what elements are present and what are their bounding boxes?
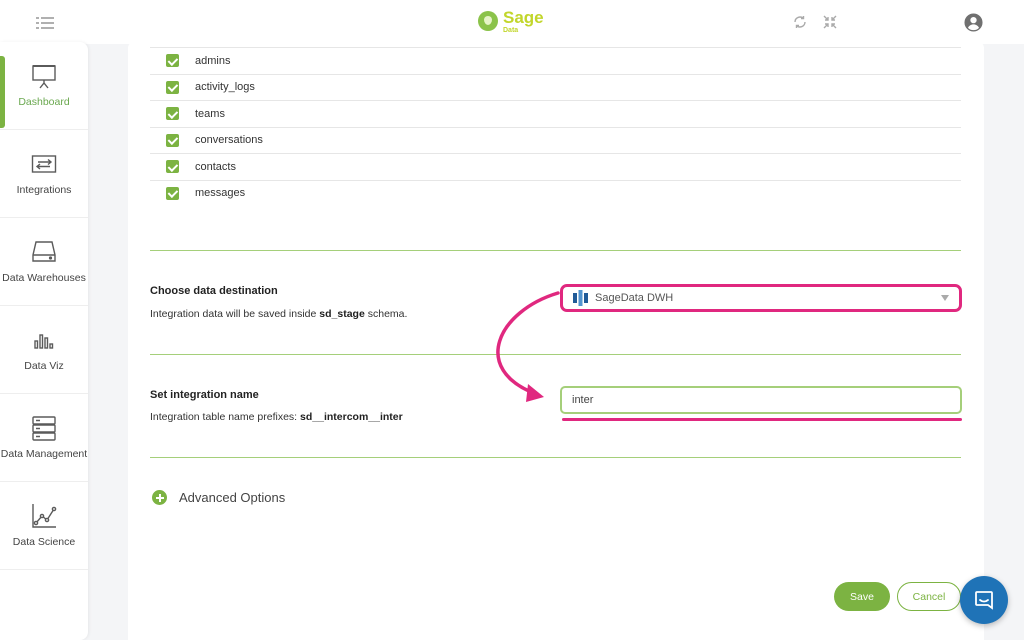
destination-title: Choose data destination <box>150 285 278 297</box>
integration-name-input[interactable] <box>560 386 962 414</box>
logo-name: Sage <box>503 7 544 27</box>
logo[interactable]: Sage Data <box>478 7 544 35</box>
highlight-underline <box>562 418 962 421</box>
logo-sub: Data <box>503 26 519 34</box>
menu-toggle-icon[interactable] <box>36 16 54 30</box>
destination-desc-suffix: schema. <box>364 308 408 320</box>
sidebar-item-label: Data Science <box>12 536 76 548</box>
sidebar-item-integrations[interactable]: Integrations <box>0 130 88 218</box>
top-bar: Sage Data <box>0 0 1024 44</box>
sidebar-item-label: Dashboard <box>18 96 70 108</box>
advanced-options-label: Advanced Options <box>179 490 286 505</box>
cancel-button[interactable]: Cancel <box>897 582 961 611</box>
save-button[interactable]: Save <box>834 582 890 611</box>
section-divider <box>150 457 961 458</box>
table-checkbox[interactable] <box>166 186 179 200</box>
table-row[interactable]: admins <box>150 47 961 74</box>
bar-chart-icon <box>34 334 54 349</box>
table-name: teams <box>195 107 225 120</box>
table-name: admins <box>195 54 231 67</box>
main-panel: admins activity_logs teams conversations… <box>128 42 984 640</box>
table-checkbox[interactable] <box>166 54 179 68</box>
integration-name-title: Set integration name <box>150 389 259 401</box>
sidebar-item-label: Data Viz <box>24 360 64 372</box>
presentation-board-icon <box>32 65 56 89</box>
table-checkbox[interactable] <box>166 160 179 174</box>
table-checkbox[interactable] <box>166 133 179 147</box>
destination-desc-prefix: Integration data will be saved inside <box>150 308 320 320</box>
advanced-options-toggle[interactable]: Advanced Options <box>152 490 285 505</box>
transfer-arrows-icon <box>31 155 57 173</box>
table-row[interactable]: contacts <box>150 153 961 180</box>
plus-circle-icon <box>152 490 167 505</box>
sidebar-item-dashboard[interactable]: Dashboard <box>0 42 88 130</box>
guidance-arrow-icon <box>496 291 560 402</box>
refresh-icon[interactable] <box>792 14 808 30</box>
table-name: messages <box>195 187 246 200</box>
destination-selected-value: SageData DWH <box>595 292 674 304</box>
destination-select[interactable]: SageData DWH <box>560 284 962 312</box>
table-checkbox[interactable] <box>166 80 179 94</box>
server-icon <box>32 416 56 441</box>
table-row[interactable]: teams <box>150 100 961 127</box>
redshift-database-icon <box>573 290 588 306</box>
sidebar-item-data-viz[interactable]: Data Viz <box>0 306 88 394</box>
table-name: activity_logs <box>195 81 255 94</box>
user-account-icon[interactable] <box>964 13 983 32</box>
table-checkbox[interactable] <box>166 107 179 121</box>
table-row[interactable]: activity_logs <box>150 73 961 101</box>
sidebar-item-label: Data Warehouses <box>2 272 86 284</box>
logo-mark-icon <box>478 11 498 31</box>
table-list: admins activity_logs teams conversations… <box>150 47 961 206</box>
dropdown-caret-icon <box>941 295 949 301</box>
hard-drive-icon <box>32 241 56 262</box>
sidebar-item-label: Integrations <box>16 184 72 196</box>
integration-prefix-value: sd__intercom__inter <box>300 411 403 423</box>
sidebar: Dashboard Integrations Data Warehouses D… <box>0 42 88 640</box>
sidebar-item-data-warehouses[interactable]: Data Warehouses <box>0 218 88 306</box>
collapse-icon[interactable] <box>822 14 838 30</box>
chat-icon <box>975 591 993 610</box>
destination-description: Integration data will be saved inside sd… <box>150 308 407 320</box>
sidebar-item-data-management[interactable]: Data Management <box>0 394 88 482</box>
integration-prefix-label: Integration table name prefixes: <box>150 411 301 423</box>
destination-schema-name: sd_stage <box>319 308 365 320</box>
section-divider <box>150 250 961 251</box>
table-row[interactable]: messages <box>150 179 961 207</box>
table-name: conversations <box>195 134 263 147</box>
logo-text: Sage Data <box>503 9 544 34</box>
integration-name-description: Integration table name prefixes: sd__int… <box>150 411 403 423</box>
line-chart-icon <box>32 504 57 528</box>
table-row[interactable]: conversations <box>150 126 961 154</box>
table-name: contacts <box>195 160 236 173</box>
sidebar-item-label: Data Management <box>0 448 88 460</box>
sidebar-item-data-science[interactable]: Data Science <box>0 482 88 570</box>
chat-launcher-button[interactable] <box>960 576 1008 624</box>
